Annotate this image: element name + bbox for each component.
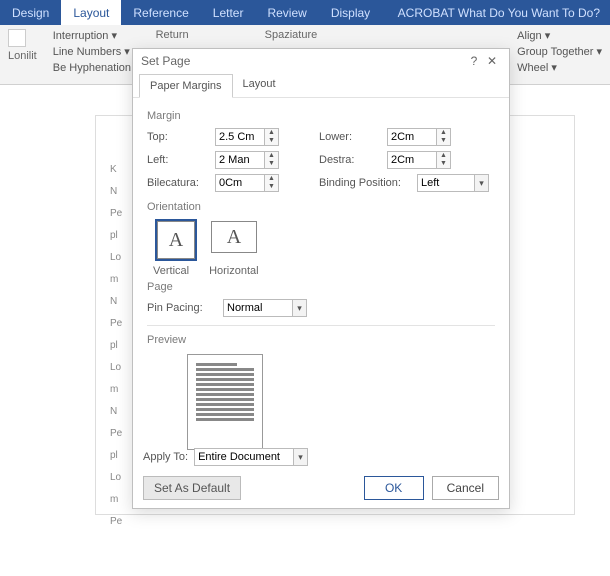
tab-layout[interactable]: Layout [61,0,121,25]
tab-review[interactable]: Review [255,0,318,25]
ribbon-spacing-label: Spaziature [265,29,318,41]
orientation-vertical-label: Vertical [153,265,189,277]
top-input[interactable] [215,128,265,146]
orientation-horizontal[interactable]: A [211,221,257,253]
top-spinner[interactable]: ▲▼ [265,128,279,146]
close-icon[interactable]: ✕ [483,54,501,68]
tab-design[interactable]: Design [0,0,61,25]
tab-reference[interactable]: Reference [121,0,200,25]
ribbon-align[interactable]: Align ▾ [517,29,602,42]
pin-pacing-label: Pin Pacing: [147,302,215,314]
ribbon-hyphenation[interactable]: Be Hyphenation ▾ [53,61,140,74]
page-setup-dialog: Set Page ? ✕ Paper Margins Layout Margin… [132,48,510,509]
dialog-title: Set Page [141,54,190,68]
doc-line: Pe [110,514,560,530]
tab-letter[interactable]: Letter [201,0,256,25]
lower-input[interactable] [387,128,437,146]
lower-label: Lower: [319,131,379,143]
bilecatura-spinner[interactable]: ▲▼ [265,174,279,192]
bilecatura-label: Bilecatura: [147,177,207,189]
destra-spinner[interactable]: ▲▼ [437,151,451,169]
top-label: Top: [147,131,207,143]
dialog-body: Margin Top: ▲▼ Left: ▲▼ Bilecatura: ▲▼ L [133,98,509,458]
binding-dropdown-icon[interactable]: ▾ [475,174,489,192]
ribbon-group-orientation: Lonilit [0,25,45,84]
ribbon-wheel[interactable]: Wheel ▾ [517,61,602,74]
dialog-titlebar: Set Page ? ✕ [133,49,509,73]
left-spinner[interactable]: ▲▼ [265,151,279,169]
ribbon-group-together[interactable]: Group Together ▾ [517,45,602,58]
ribbon-lonilit-label: Lonilit [8,50,37,62]
dialog-footer: Apply To: ▾ Set As Default OK Cancel [133,440,509,508]
ok-button[interactable]: OK [364,476,424,500]
pin-pacing-select[interactable] [223,299,293,317]
tell-me-prompt[interactable]: ACROBAT What Do You Want To Do? [398,6,610,20]
ribbon-line-numbers[interactable]: Line Numbers ▾ [53,45,140,58]
orientation-horizontal-glyph: A [227,226,241,249]
left-input[interactable] [215,151,265,169]
left-label: Left: [147,154,207,166]
binding-label: Binding Position: [319,177,409,189]
divider [147,325,495,326]
orientation-section-label: Orientation [147,201,495,213]
orientation-vertical[interactable]: A [157,221,195,259]
app-tabs: Design Layout Reference Letter Review Di… [0,0,610,25]
orientation-vertical-glyph: A [169,229,183,252]
apply-to-label: Apply To: [143,451,188,463]
lower-spinner[interactable]: ▲▼ [437,128,451,146]
tab-paper-margins[interactable]: Paper Margins [139,74,233,98]
pin-pacing-dropdown-icon[interactable]: ▾ [293,299,307,317]
ribbon-return-label: Return [156,29,189,41]
dialog-tabs: Paper Margins Layout [133,73,509,98]
apply-to-select[interactable] [194,448,294,466]
preview-thumbnail [187,354,263,450]
tab-layout-dialog[interactable]: Layout [233,73,286,97]
cancel-button[interactable]: Cancel [432,476,499,500]
destra-input[interactable] [387,151,437,169]
page-section-label: Page [147,281,495,293]
orientation-horizontal-label: Horizontal [209,265,259,277]
margin-section-label: Margin [147,110,495,122]
ribbon-interruption[interactable]: Interruption ▾ [53,29,140,42]
ribbon-group-arrange: Align ▾ Group Together ▾ Wheel ▾ [509,25,610,84]
tab-display[interactable]: Display [319,0,382,25]
apply-to-dropdown-icon[interactable]: ▾ [294,448,308,466]
help-icon[interactable]: ? [465,54,483,68]
destra-label: Destra: [319,154,379,166]
orientation-icon[interactable] [8,29,26,47]
binding-select[interactable] [417,174,475,192]
set-as-default-button[interactable]: Set As Default [143,476,241,500]
bilecatura-input[interactable] [215,174,265,192]
preview-section-label: Preview [147,334,495,346]
